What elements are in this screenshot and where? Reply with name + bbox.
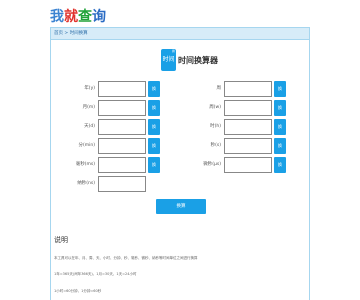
field-label-year: 年(y) [84,86,95,91]
field-label-millisecond: 毫秒(ms) [75,162,95,167]
notes-heading: 说明 [54,236,68,244]
site-logo[interactable]: 我就查询 [50,6,106,26]
field-label-week-w: 周(w) [209,105,221,110]
day-input[interactable] [98,119,146,135]
nanosecond-input[interactable] [98,176,146,192]
week-input[interactable] [224,81,272,97]
month-input[interactable] [98,100,146,116]
converter-row: 毫秒(ms) 换 微秒(μs) 换 [51,157,311,173]
logo-char-2: 就 [64,9,78,25]
field-label-hour: 时(h) [210,124,221,129]
logo-char-4: 询 [92,9,106,25]
converter-row: 分(min) 换 秒(s) 换 [51,138,311,154]
hour-input[interactable] [224,119,272,135]
field-label-second: 秒(s) [210,143,221,148]
converter-row: 天(d) 换 时(h) 换 [51,119,311,135]
microsecond-convert-button[interactable]: 换 [274,157,286,173]
field-label-day: 天(d) [84,124,95,129]
second-input[interactable] [224,138,272,154]
note-line: 本工具可以在年、月、周、天、小时、分钟、秒、毫秒、微秒、纳秒等时间单位之间进行换… [54,256,198,260]
field-label-week: 周 [216,86,222,91]
minute-input[interactable] [98,138,146,154]
converter-row: 纳秒(ns) [51,176,311,192]
calculate-button[interactable]: 换算 [156,199,206,214]
month-convert-button[interactable]: 换 [148,100,160,116]
note-line: 1年=365天(闰年366天)，1月=30天，1天=24小时 [54,272,137,276]
week-w-input[interactable] [224,100,272,116]
second-convert-button[interactable]: 换 [274,138,286,154]
breadcrumb[interactable]: 首页 > 时间换算 [51,28,309,40]
year-input[interactable] [98,81,146,97]
logo-char-1: 我 [50,9,64,25]
millisecond-input[interactable] [98,157,146,173]
hour-convert-button[interactable]: 换 [274,119,286,135]
day-convert-button[interactable]: 换 [148,119,160,135]
page-title: 时间换算器 [178,55,218,65]
icon-badge: 换 [171,49,175,53]
field-label-month: 月(m) [82,105,95,110]
field-label-minute: 分(min) [78,143,96,148]
note-line: 1小时=60分钟，1分钟=60秒 [54,289,102,293]
converter-row: 年(y) 换 周 换 [51,81,311,97]
icon-label: 时间 [162,56,175,63]
field-label-nanosecond: 纳秒(ns) [77,181,95,186]
week-w-convert-button[interactable]: 换 [274,100,286,116]
page-header: 换 时间 时间换算器 [161,48,218,72]
millisecond-convert-button[interactable]: 换 [148,157,160,173]
clock-icon: 换 时间 [161,49,176,71]
minute-convert-button[interactable]: 换 [148,138,160,154]
week-convert-button[interactable]: 换 [274,81,286,97]
year-convert-button[interactable]: 换 [148,81,160,97]
converter-row: 月(m) 换 周(w) 换 [51,100,311,116]
logo-char-3: 查 [78,9,92,25]
field-label-microsecond: 微秒(μs) [203,162,221,167]
main-panel: 首页 > 时间换算 换 时间 时间换算器 年(y) 换 周 换 月(m) 换 周… [50,27,310,300]
microsecond-input[interactable] [224,157,272,173]
